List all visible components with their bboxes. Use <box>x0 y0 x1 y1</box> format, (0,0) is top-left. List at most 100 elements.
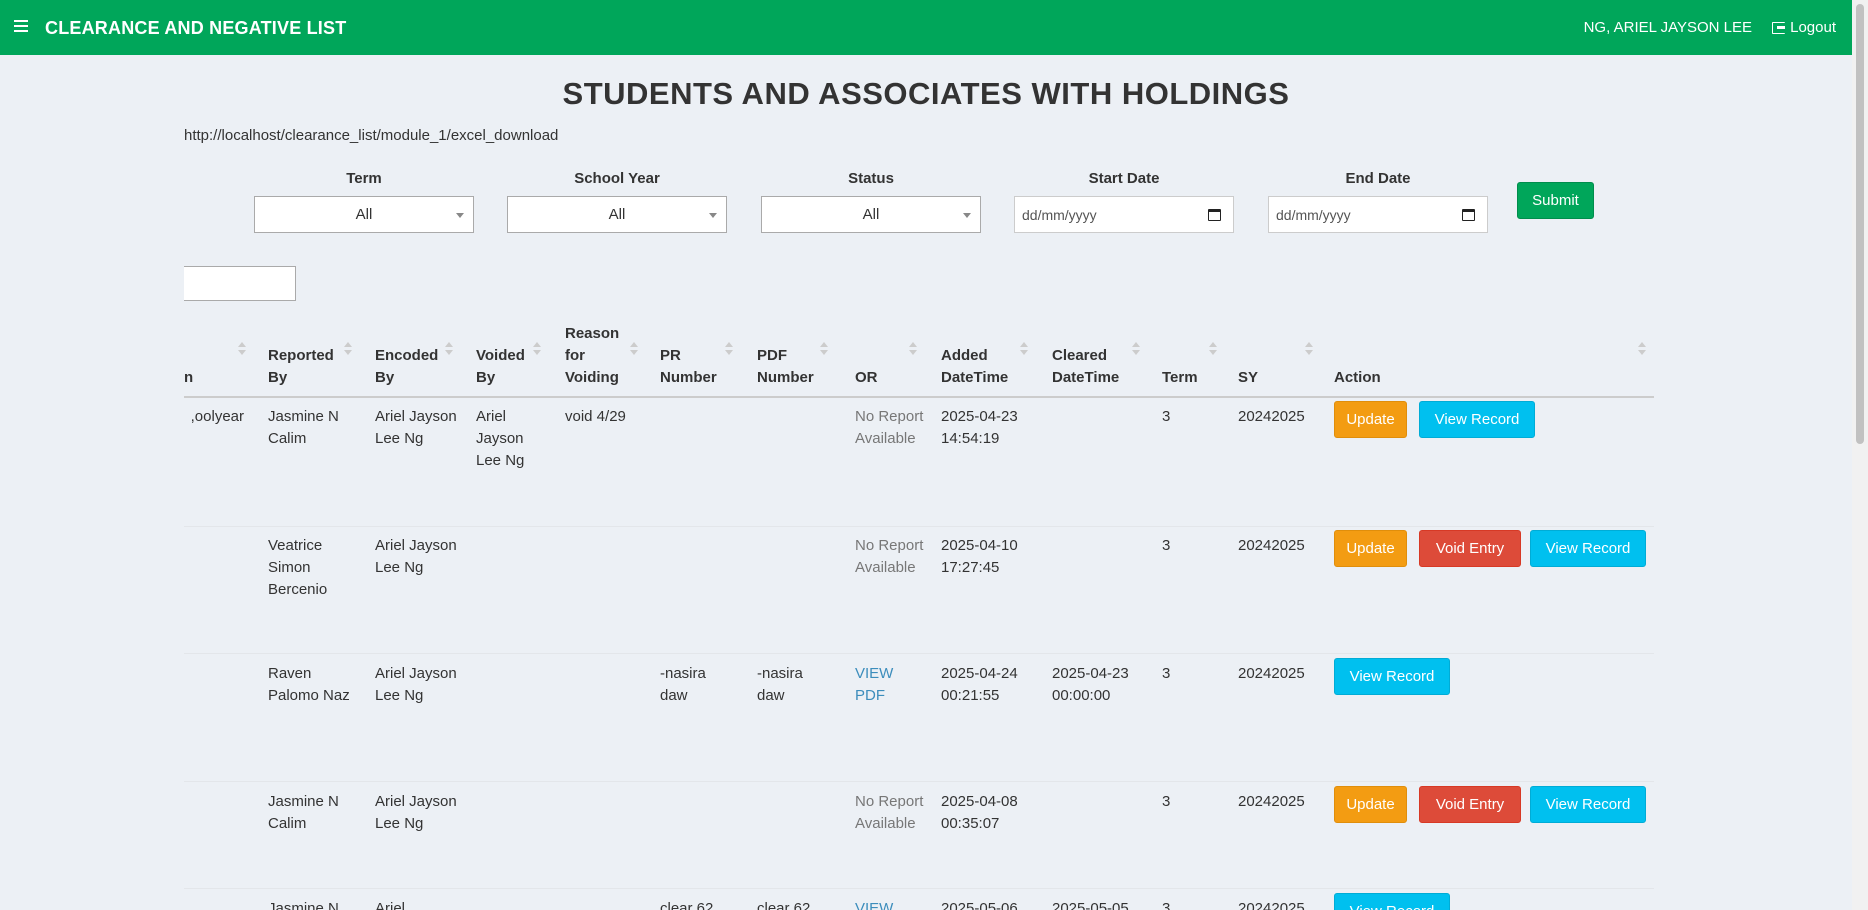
menu-icon[interactable] <box>14 20 28 32</box>
update-button[interactable]: Update <box>1334 786 1407 823</box>
cell-encoded-by: Ariel Jayson Lee Ng <box>375 537 457 576</box>
holdings-table: n Reported By Encoded By Voided By Reaso… <box>184 305 1654 910</box>
sort-icon[interactable] <box>1018 342 1030 356</box>
sort-icon[interactable] <box>723 342 735 356</box>
end-date-label: End Date <box>1345 170 1411 187</box>
column-header-action[interactable]: Action <box>1334 305 1414 396</box>
table-search-input[interactable] <box>184 266 296 301</box>
view-pdf-link[interactable]: VIEW PDF <box>855 663 905 707</box>
cell-sy: 20242025 <box>1238 537 1305 554</box>
view-record-button[interactable]: View Record <box>1334 893 1450 910</box>
view-record-button[interactable]: View Record <box>1530 530 1646 567</box>
start-date-input[interactable]: dd/mm/yyyy <box>1014 196 1234 233</box>
cell-sy: 20242025 <box>1238 408 1305 425</box>
user-name[interactable]: NG, ARIEL JAYSON LEE <box>1584 19 1752 36</box>
cell-added: 2025-05-06 <box>941 900 1018 910</box>
column-header-reason[interactable]: Reason for Voiding <box>565 305 627 396</box>
sort-icon[interactable] <box>628 342 640 356</box>
cell-reason: void 4/29 <box>565 408 626 425</box>
calendar-icon[interactable] <box>1462 209 1475 221</box>
top-navbar: CLEARANCE AND NEGATIVE LIST NG, ARIEL JA… <box>0 0 1852 55</box>
cell-encoded-by: Ariel Jayson Lee Ng <box>375 408 457 447</box>
header-divider <box>184 396 1654 398</box>
sort-icon[interactable] <box>531 342 543 356</box>
cell-added: 2025-04-23 14:54:19 <box>941 408 1018 447</box>
sign-out-icon <box>1772 21 1786 34</box>
row-divider <box>184 653 1654 654</box>
column-header-reported-by[interactable]: Reported By <box>268 305 348 396</box>
cell-pdf-number: clear 62 <box>757 900 811 910</box>
view-record-button[interactable]: View Record <box>1334 658 1450 695</box>
cell-term: 3 <box>1162 665 1171 682</box>
cell-or: No Report Available <box>855 793 924 832</box>
cell-reported-by: Veatrice Simon Bercenio <box>268 537 328 598</box>
school-year-select-value: All <box>608 206 626 223</box>
sort-icon[interactable] <box>818 342 830 356</box>
cell-cut: oolyear, <box>190 408 244 425</box>
cell-reported-by: Jasmine N Calim <box>268 408 339 447</box>
column-header-encoded-by[interactable]: Encoded By <box>375 305 445 396</box>
submit-button[interactable]: Submit <box>1517 182 1594 219</box>
row-divider <box>184 781 1654 782</box>
row-divider <box>184 888 1654 889</box>
column-header-cut[interactable]: n <box>184 305 234 396</box>
void-entry-button[interactable]: Void Entry <box>1419 786 1521 823</box>
column-header-voided-by[interactable]: Voided By <box>476 305 536 396</box>
void-entry-button[interactable]: Void Entry <box>1419 530 1521 567</box>
sort-icon[interactable] <box>1207 342 1219 356</box>
app-title: CLEARANCE AND NEGATIVE LIST <box>45 18 347 38</box>
cell-term: 3 <box>1162 537 1171 554</box>
sort-icon[interactable] <box>1130 342 1142 356</box>
column-header-pdf-number[interactable]: PDF Number <box>757 305 823 396</box>
column-header-pr-number[interactable]: PR Number <box>660 305 726 396</box>
cell-sy: 20242025 <box>1238 900 1305 910</box>
logout-link[interactable]: Logout <box>1772 19 1836 36</box>
cell-term: 3 <box>1162 408 1171 425</box>
start-date-label: Start Date <box>1088 170 1160 187</box>
cell-added: 2025-04-10 17:27:45 <box>941 537 1018 576</box>
row-divider <box>184 526 1654 527</box>
column-header-term[interactable]: Term <box>1162 305 1212 396</box>
term-label: Term <box>346 170 382 187</box>
sort-icon[interactable] <box>907 342 919 356</box>
column-header-sy[interactable]: SY <box>1238 305 1288 396</box>
update-button[interactable]: Update <box>1334 401 1407 438</box>
page-title: STUDENTS AND ASSOCIATES WITH HOLDINGS <box>562 76 1290 111</box>
school-year-select[interactable]: All <box>507 196 727 233</box>
cell-encoded-by: Ariel <box>375 900 406 910</box>
sort-icon[interactable] <box>1303 342 1315 356</box>
cell-or: No Report Available <box>855 537 924 576</box>
sort-icon[interactable] <box>1636 342 1648 356</box>
cell-reported-by: Jasmine N Calim <box>268 793 339 832</box>
cell-term: 3 <box>1162 900 1171 910</box>
caret-down-icon <box>963 213 971 218</box>
start-date-placeholder: dd/mm/yyyy <box>1022 206 1097 223</box>
sort-icon[interactable] <box>342 342 354 356</box>
sort-icon[interactable] <box>236 342 248 356</box>
school-year-label: School Year <box>574 170 660 187</box>
page-scrollbar[interactable] <box>1852 0 1868 910</box>
update-button[interactable]: Update <box>1334 530 1407 567</box>
cell-pr-number: clear 62 <box>660 900 714 910</box>
view-pdf-link[interactable]: VIEW <box>855 898 905 910</box>
scrollbar-thumb[interactable] <box>1856 4 1864 444</box>
column-header-or[interactable]: OR <box>855 305 905 396</box>
column-header-added[interactable]: Added DateTime <box>941 305 1016 396</box>
end-date-placeholder: dd/mm/yyyy <box>1276 206 1351 223</box>
cell-term: 3 <box>1162 793 1171 810</box>
status-select[interactable]: All <box>761 196 981 233</box>
end-date-input[interactable]: dd/mm/yyyy <box>1268 196 1488 233</box>
view-record-button[interactable]: View Record <box>1419 401 1535 438</box>
view-record-button[interactable]: View Record <box>1530 786 1646 823</box>
cell-encoded-by: Ariel Jayson Lee Ng <box>375 665 457 704</box>
cell-added: 2025-04-08 00:35:07 <box>941 793 1018 832</box>
cell-voided-by: Ariel Jayson Lee Ng <box>476 408 525 469</box>
sort-icon[interactable] <box>443 342 455 356</box>
term-select[interactable]: All <box>254 196 474 233</box>
calendar-icon[interactable] <box>1208 209 1221 221</box>
caret-down-icon <box>709 213 717 218</box>
cell-reported-by: Raven Palomo Naz <box>268 665 350 704</box>
cell-encoded-by: Ariel Jayson Lee Ng <box>375 793 457 832</box>
column-header-cleared[interactable]: Cleared DateTime <box>1052 305 1132 396</box>
logout-label: Logout <box>1790 19 1836 36</box>
